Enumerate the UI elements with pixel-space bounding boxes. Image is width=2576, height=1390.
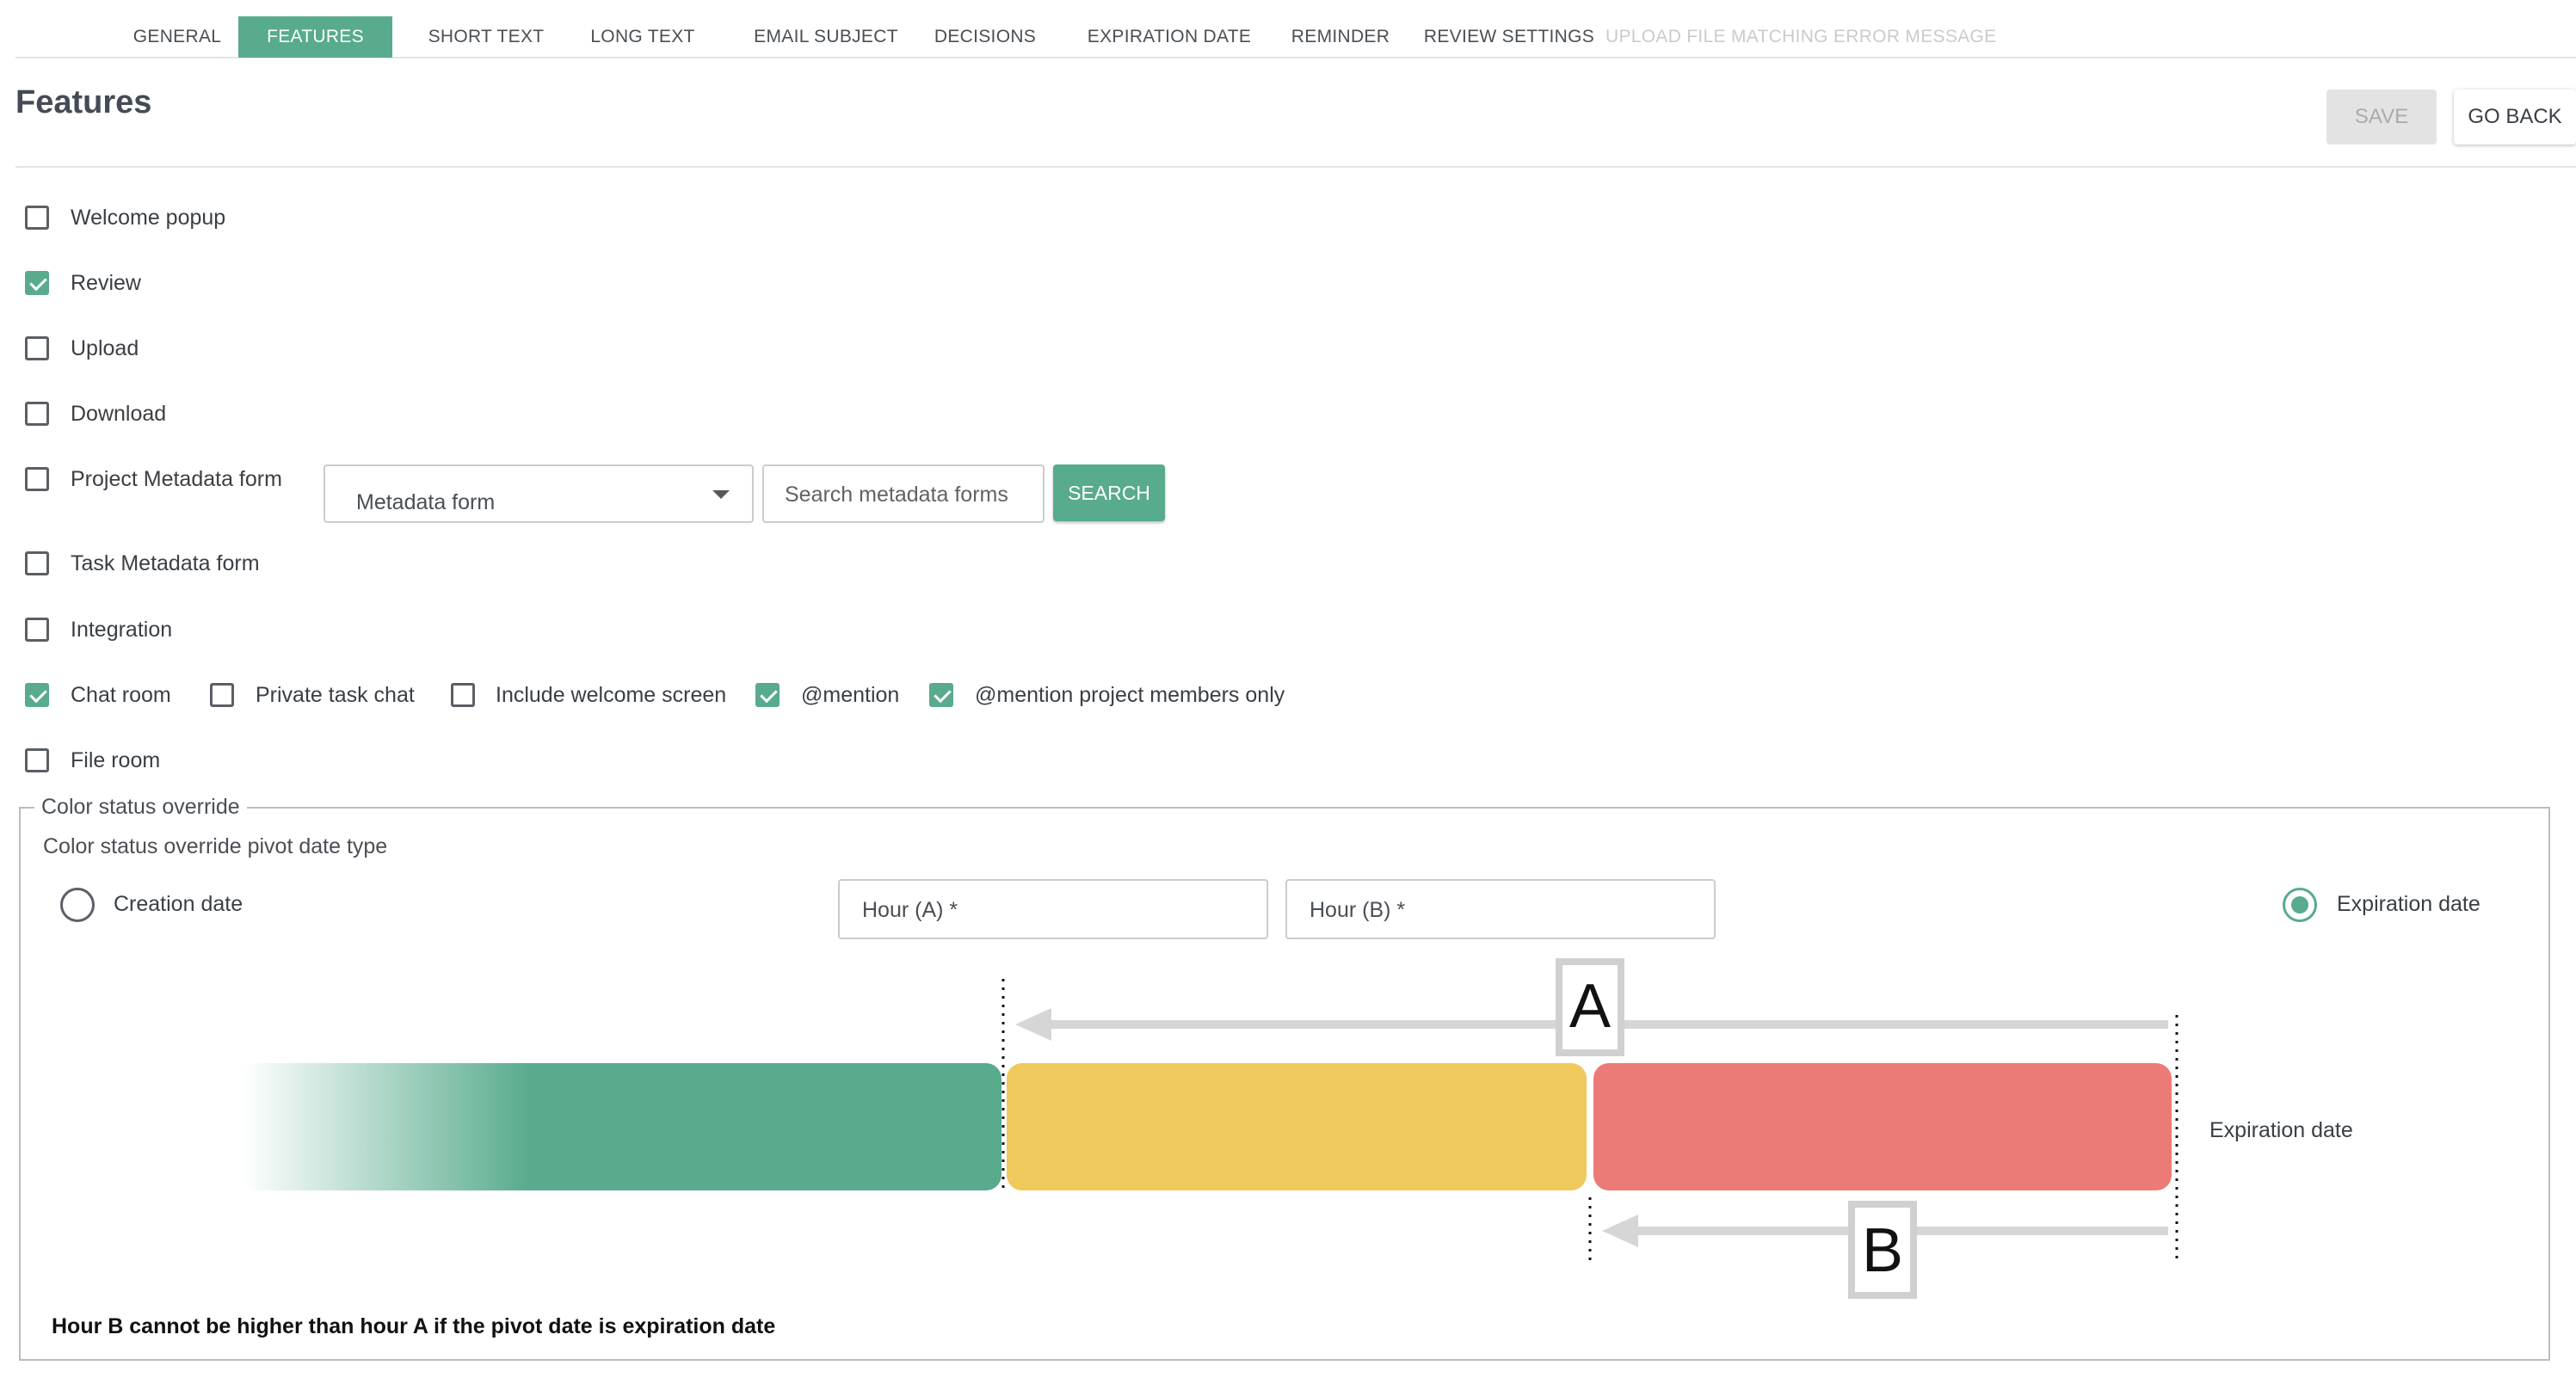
- diagram-expiration-label: Expiration date: [2209, 1118, 2353, 1142]
- green-status-bar: [243, 1063, 1001, 1190]
- arrow-b-head: [1602, 1215, 1638, 1247]
- yellow-status-bar: [1007, 1063, 1587, 1190]
- arrow-a-head: [1015, 1008, 1051, 1041]
- hour-rule-note: Hour B cannot be higher than hour A if t…: [52, 1314, 776, 1338]
- color-status-diagram: A B Expiration date: [243, 958, 2353, 1299]
- marker-a-text: A: [1569, 972, 1611, 1041]
- marker-b-text: B: [1862, 1216, 1903, 1285]
- red-status-bar: [1593, 1063, 2172, 1190]
